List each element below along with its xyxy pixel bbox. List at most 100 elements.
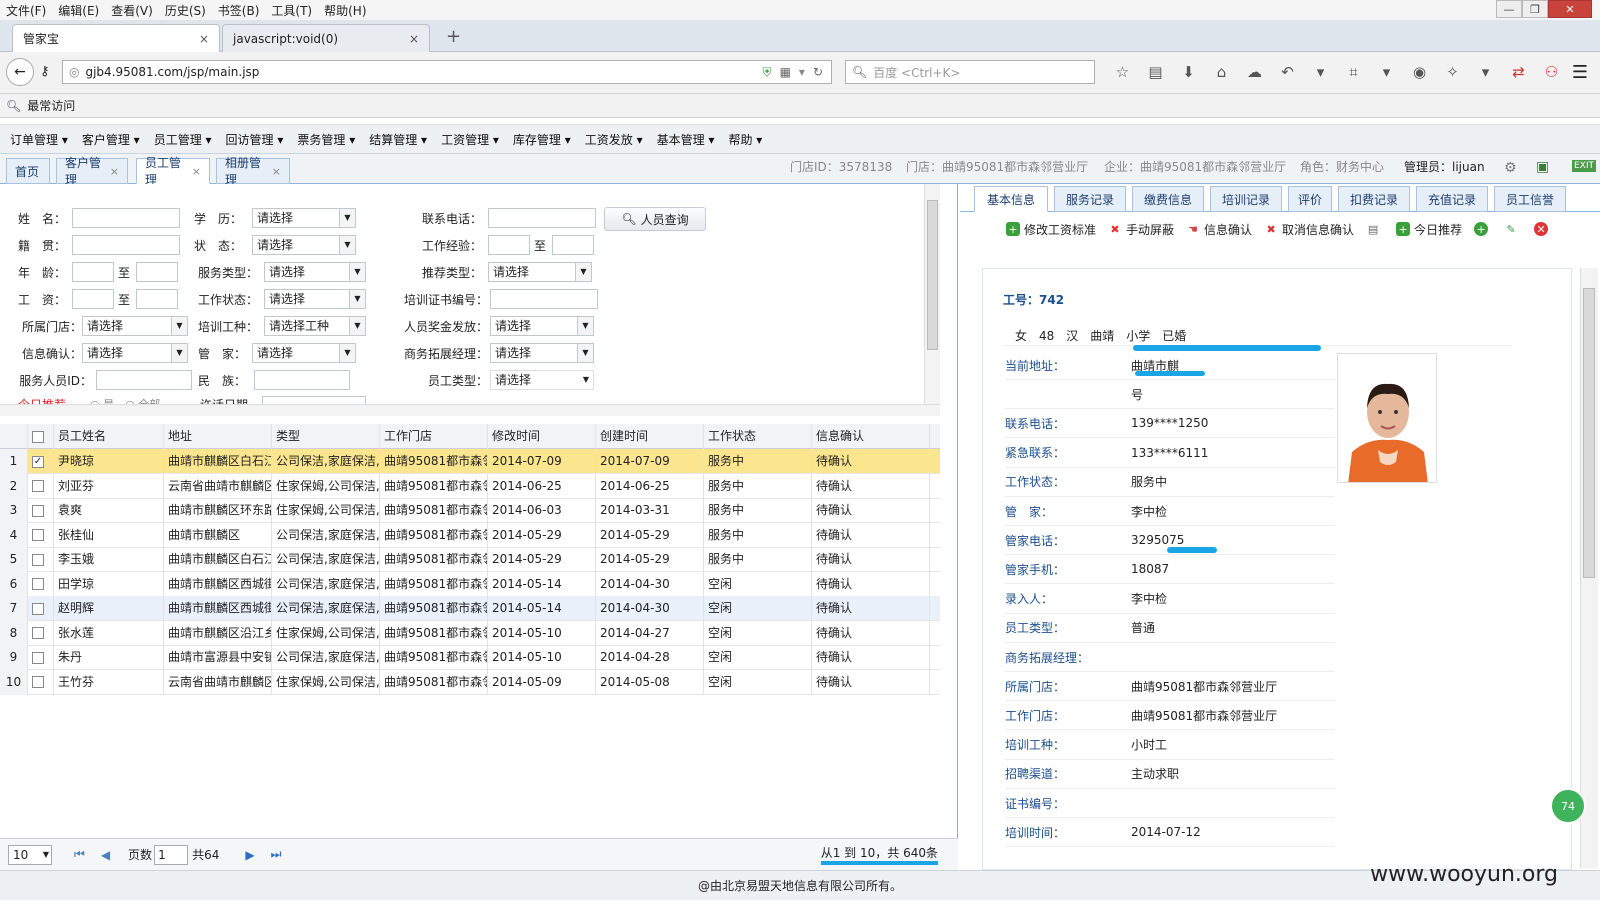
form-scrollbar[interactable] [924, 184, 940, 404]
menu-staff[interactable]: 员工管理 ▾ [154, 131, 212, 148]
menu-history[interactable]: 历史(S) [159, 2, 212, 19]
tab-basic-info[interactable]: 基本信息 [974, 186, 1048, 212]
train-type-select[interactable]: 请选择工种 ▼ [264, 316, 366, 336]
butler-select[interactable]: 请选择 ▼ [252, 343, 356, 363]
table-row[interactable]: 10 王竹芬 云南省曲靖市麒麟区 住家保姆,公司保洁, 曲靖95081都市森邻 2014-… [0, 669, 940, 695]
table-row[interactable]: 9 朱丹 曲靖市富源县中安镇 公司保洁,家庭保洁, 曲靖95081都市森邻 2014-05… [0, 645, 940, 670]
dropdown-icon[interactable]: ▾ [1304, 62, 1337, 82]
tab-payment[interactable]: 缴费信息 [1132, 186, 1204, 212]
table-row[interactable]: 5 李玉娥 曲靖市麒麟区白石江 公司保洁,家庭保洁, 曲靖95081都市森邻 2014-0… [0, 547, 940, 572]
reading-list-icon[interactable]: ▤ [1139, 62, 1172, 82]
download-icon[interactable]: ⬇ [1172, 62, 1205, 82]
menu-payout[interactable]: 工资发放 ▾ [585, 131, 643, 148]
extension-icon[interactable]: ✧ [1436, 62, 1469, 82]
tab-training[interactable]: 培训记录 [1210, 186, 1282, 212]
block-button[interactable]: ✖ 手动屏蔽 [1108, 221, 1174, 238]
row-checkbox[interactable] [28, 498, 54, 523]
bookmark-most-visited[interactable]: 最常访问 [27, 97, 75, 114]
menu-bookmarks[interactable]: 书签(B) [212, 2, 266, 19]
tab-review[interactable]: 评价 [1288, 186, 1332, 212]
row-checkbox[interactable] [28, 645, 54, 670]
delete-button[interactable]: ✕ [1534, 222, 1552, 236]
row-checkbox[interactable] [28, 522, 54, 548]
url-bar[interactable]: ◎ gjb4.95081.com/jsp/main.jsp ⛨ ▦ ▾ ↻ [62, 60, 832, 84]
col-name[interactable]: 员工姓名 [54, 424, 164, 449]
gear-icon[interactable]: ⚙ [1504, 160, 1517, 176]
table-row[interactable]: 6 田学琼 曲靖市麒麟区西城街 公司保洁,家庭保洁, 曲靖95081都市森邻 2014-0… [0, 571, 940, 597]
home-icon[interactable]: ⌂ [1205, 62, 1238, 82]
search-input[interactable]: 🔍︎ 百度 <Ctrl+K> [845, 60, 1095, 84]
close-window-icon[interactable]: ✕ [1548, 0, 1592, 18]
date-type-select[interactable] [262, 396, 366, 404]
staff-id-input[interactable] [96, 370, 192, 390]
status-select[interactable]: 请选择 ▼ [252, 235, 356, 255]
first-page-icon[interactable]: ⏮ [74, 847, 85, 862]
confirm-info-button[interactable]: ☚ 信息确认 [1186, 221, 1252, 238]
floating-badge[interactable]: 74 [1550, 788, 1586, 824]
tab-customer[interactable]: 客户管理 × [56, 156, 128, 187]
browser-tab-active[interactable]: 管家宝 × [12, 24, 220, 52]
checkbox[interactable] [32, 529, 44, 541]
col-created[interactable]: 创建时间 [596, 424, 704, 449]
cert-no-input[interactable] [490, 289, 598, 309]
menu-help[interactable]: 帮助 ▾ [728, 131, 762, 148]
maximize-icon[interactable]: ❐ [1522, 0, 1548, 18]
bonus-select[interactable]: 请选择 ▼ [490, 316, 594, 336]
table-row[interactable]: 7 赵明辉 曲靖市麒麟区西城街 公司保洁,家庭保洁, 曲靖95081都市森邻 2014-0… [0, 596, 940, 621]
table-row[interactable]: 8 张水莲 曲靖市麒麟区沿江乡 住家保姆,公司保洁, 曲靖95081都市森邻 2014-0… [0, 620, 940, 646]
table-row[interactable]: 4 张桂仙 曲靖市麒麟区 公司保洁,家庭保洁, 曲靖95081都市森邻 2014-05-2… [0, 522, 940, 548]
today-recommend-button[interactable]: + 今日推荐 [1396, 221, 1462, 238]
menu-ticket[interactable]: 票务管理 ▾ [297, 131, 355, 148]
menu-help[interactable]: 帮助(H) [318, 2, 372, 19]
checkbox[interactable]: ✓ [32, 455, 44, 468]
menu-settlement[interactable]: 结算管理 ▾ [369, 131, 427, 148]
page-input[interactable]: 1 [154, 844, 189, 865]
detail-scrollbar[interactable] [1580, 268, 1598, 868]
key-icon[interactable]: ⚷ [40, 64, 50, 79]
reload-icon[interactable]: ↻ [813, 65, 823, 79]
rec-type-select[interactable]: 请选择 ▼ [488, 262, 592, 282]
back-icon[interactable]: ← [6, 58, 34, 86]
menu-customer[interactable]: 客户管理 ▾ [82, 131, 140, 148]
menu-inventory[interactable]: 库存管理 ▾ [513, 131, 571, 148]
wage-from-input[interactable] [72, 289, 114, 309]
menu-tools[interactable]: 工具(T) [265, 2, 318, 19]
checkbox[interactable] [32, 480, 44, 492]
dropdown-icon[interactable]: ▾ [799, 65, 805, 79]
row-checkbox[interactable] [28, 473, 54, 499]
bubble-icon[interactable]: ◉ [1403, 62, 1436, 82]
checkbox[interactable] [32, 504, 44, 517]
star-icon[interactable]: ☆ [1106, 62, 1139, 82]
select-all-checkbox[interactable] [28, 424, 54, 449]
col-work-status[interactable]: 工作状态 [704, 424, 812, 449]
tab-recharge[interactable]: 充值记录 [1416, 186, 1488, 212]
col-store[interactable]: 工作门店 [380, 424, 488, 449]
menu-followup[interactable]: 回访管理 ▾ [226, 131, 284, 148]
edit-button[interactable]: ✎ [1504, 222, 1522, 236]
menu-order[interactable]: 订单管理 ▾ [10, 131, 68, 148]
menu-file[interactable]: 文件(F) [0, 2, 52, 19]
close-tab-icon[interactable]: × [409, 32, 419, 46]
service-type-select[interactable]: 请选择 ▼ [264, 262, 366, 282]
tab-deduction[interactable]: 扣费记录 [1338, 186, 1410, 212]
checkbox[interactable] [32, 651, 44, 664]
checkbox[interactable] [32, 676, 44, 688]
form-hscrollbar[interactable] [0, 404, 940, 416]
prev-page-icon[interactable]: ◀ [101, 848, 110, 862]
col-address[interactable]: 地址 [164, 424, 272, 449]
crop-icon[interactable]: ⌗ [1337, 62, 1370, 82]
menu-view[interactable]: 查看(V) [105, 2, 159, 19]
close-icon[interactable]: × [272, 165, 281, 178]
add-button[interactable]: + [1474, 222, 1492, 236]
info-confirm-select[interactable]: 请选择 ▼ [82, 343, 188, 363]
close-icon[interactable]: × [192, 165, 201, 178]
dropdown-icon[interactable]: ▾ [1469, 62, 1502, 82]
col-info-confirm[interactable]: 信息确认 [812, 424, 930, 449]
table-row[interactable]: 3 袁爽 曲靖市麒麟区环东路 住家保姆,公司保洁, 曲靖95081都市森邻 2014-06… [0, 498, 940, 523]
tab-staff[interactable]: 员工管理 × [136, 156, 210, 187]
col-modified[interactable]: 修改时间 [488, 424, 596, 449]
scroll-thumb[interactable] [927, 200, 938, 350]
row-checkbox[interactable] [28, 596, 54, 621]
row-checkbox[interactable] [28, 571, 54, 597]
nation-input[interactable] [254, 370, 350, 390]
